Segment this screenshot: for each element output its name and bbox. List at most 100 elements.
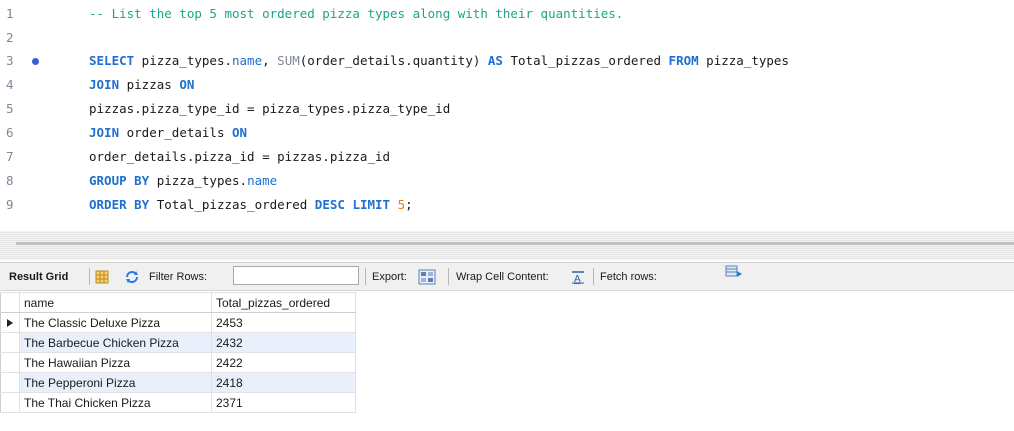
cell-total-pizzas-ordered[interactable]: 2422: [211, 352, 356, 373]
export-label: Export:: [372, 270, 407, 283]
code-token: JOIN: [89, 77, 120, 92]
result-toolbar: Result Grid Filter Rows: Export: Wrap Ce…: [0, 262, 1014, 291]
filter-rows-label: Filter Rows:: [149, 270, 208, 283]
line-number: 4: [6, 77, 14, 92]
panel-splitter[interactable]: [0, 231, 1014, 260]
toolbar-separator: [89, 268, 90, 285]
table-row[interactable]: The Thai Chicken Pizza 2371: [0, 392, 356, 413]
code-token: ;: [405, 197, 413, 212]
line-number: 8: [6, 173, 14, 188]
column-header-name[interactable]: name: [19, 292, 212, 313]
cell-name[interactable]: The Classic Deluxe Pizza: [19, 312, 212, 333]
cell-total-pizzas-ordered[interactable]: 2371: [211, 392, 356, 413]
line-number-gutter: 2: [0, 26, 44, 50]
editor-line[interactable]: 7 order_details.pizza_id = pizzas.pizza_i…: [0, 145, 1014, 169]
fetch-rows-label: Fetch rows:: [600, 270, 657, 283]
result-table: name Total_pizzas_ordered The Classic De…: [0, 292, 356, 413]
code-text: ORDER BY Total_pizzas_ordered DESC LIMIT…: [89, 193, 413, 217]
cell-name[interactable]: The Pepperoni Pizza: [19, 372, 212, 393]
code-token: GROUP BY: [89, 173, 150, 188]
editor-line[interactable]: 3 SELECT pizza_types.name, SUM(order_deta…: [0, 49, 1014, 73]
cell-name[interactable]: The Barbecue Chicken Pizza: [19, 332, 212, 353]
result-grid: name Total_pizzas_ordered The Classic De…: [0, 292, 356, 413]
result-grid-tab[interactable]: Result Grid: [9, 263, 68, 290]
line-number-gutter: 1: [0, 2, 44, 26]
toolbar-separator: [365, 268, 366, 285]
row-marker[interactable]: [0, 392, 20, 413]
code-token: order_details.pizza_id = pizzas.pizza_id: [89, 149, 391, 164]
editor-line[interactable]: 4 JOIN pizzas ON: [0, 73, 1014, 97]
line-number-gutter: 3: [0, 49, 44, 73]
statement-marker-icon: [32, 57, 39, 65]
cell-total-pizzas-ordered[interactable]: 2432: [211, 332, 356, 353]
editor-line[interactable]: 2: [0, 26, 1014, 50]
code-token: AS: [487, 53, 503, 68]
line-number: 2: [6, 30, 14, 45]
refresh-icon[interactable]: [124, 263, 140, 290]
code-token: ON: [232, 125, 248, 140]
code-token: LIMIT: [352, 197, 391, 212]
header-row: name Total_pizzas_ordered: [0, 292, 356, 313]
code-token: pizzas.pizza_type_id = pizza_types.pizza…: [89, 101, 451, 116]
sql-editor[interactable]: 1 -- List the top 5 most ordered pizza ty…: [0, 0, 1014, 228]
code-token: ,: [262, 53, 278, 68]
code-token: pizzas: [119, 77, 180, 92]
editor-line[interactable]: 5 pizzas.pizza_type_id = pizza_types.pizz…: [0, 97, 1014, 121]
wrap-text-icon[interactable]: A: [571, 263, 585, 290]
line-number: 7: [6, 149, 14, 164]
splitter-bar: [16, 242, 1014, 245]
code-text: GROUP BY pizza_types.name: [89, 169, 277, 193]
code-token: 5: [397, 197, 406, 212]
code-token: DESC: [314, 197, 345, 212]
code-token: JOIN: [89, 125, 120, 140]
editor-line[interactable]: 6 JOIN order_details ON: [0, 121, 1014, 145]
table-row[interactable]: The Hawaiian Pizza 2422: [0, 352, 356, 373]
code-token: Total_pizzas_ordered: [149, 197, 315, 212]
cell-name[interactable]: The Hawaiian Pizza: [19, 352, 212, 373]
table-row[interactable]: The Barbecue Chicken Pizza 2432: [0, 332, 356, 353]
current-row-arrow-icon: [7, 318, 13, 327]
line-number-gutter: 8: [0, 169, 44, 193]
table-row[interactable]: The Classic Deluxe Pizza 2453: [0, 312, 356, 333]
editor-line[interactable]: 9 ORDER BY Total_pizzas_ordered DESC LIMI…: [0, 193, 1014, 217]
editor-line[interactable]: 1 -- List the top 5 most ordered pizza ty…: [0, 2, 1014, 26]
code-token: ON: [179, 77, 195, 92]
code-token: name: [232, 53, 263, 68]
toolbar-separator: [593, 268, 594, 285]
fetch-rows-icon[interactable]: [725, 263, 743, 292]
cell-name[interactable]: The Thai Chicken Pizza: [19, 392, 212, 413]
code-token: ORDER BY: [89, 197, 150, 212]
grid-view-icon[interactable]: [95, 263, 109, 290]
filter-rows-input[interactable]: [233, 266, 359, 285]
wrap-cell-content-label: Wrap Cell Content:: [456, 270, 549, 283]
row-marker[interactable]: [0, 332, 20, 353]
row-marker[interactable]: [0, 352, 20, 373]
code-token: -- List the top 5 most ordered pizza typ…: [89, 6, 624, 21]
code-text: pizzas.pizza_type_id = pizza_types.pizza…: [89, 97, 450, 121]
line-number-gutter: 6: [0, 121, 44, 145]
row-marker[interactable]: [0, 372, 20, 393]
code-token: name: [247, 173, 278, 188]
code-text: order_details.pizza_id = pizzas.pizza_id: [89, 145, 390, 169]
row-marker[interactable]: [0, 312, 20, 333]
code-text: SELECT pizza_types.name, SUM(order_detai…: [89, 49, 789, 73]
line-number-gutter: 5: [0, 97, 44, 121]
code-text: JOIN pizzas ON: [89, 73, 194, 97]
code-text: JOIN order_details ON: [89, 121, 247, 145]
cell-total-pizzas-ordered[interactable]: 2453: [211, 312, 356, 333]
export-icon[interactable]: [418, 263, 436, 290]
code-token: order_details: [119, 125, 232, 140]
line-number: 1: [6, 6, 14, 21]
code-token: (order_details.quantity): [299, 53, 488, 68]
line-number-gutter: 4: [0, 73, 44, 97]
line-number: 3: [6, 53, 14, 68]
editor-line[interactable]: 8 GROUP BY pizza_types.name: [0, 169, 1014, 193]
table-row[interactable]: The Pepperoni Pizza 2418: [0, 372, 356, 393]
code-token: pizza_types: [698, 53, 789, 68]
column-header-total-pizzas-ordered[interactable]: Total_pizzas_ordered: [211, 292, 356, 313]
code-token: SELECT: [89, 53, 135, 68]
line-number: 5: [6, 101, 14, 116]
code-token: pizza_types.: [149, 173, 248, 188]
cell-total-pizzas-ordered[interactable]: 2418: [211, 372, 356, 393]
